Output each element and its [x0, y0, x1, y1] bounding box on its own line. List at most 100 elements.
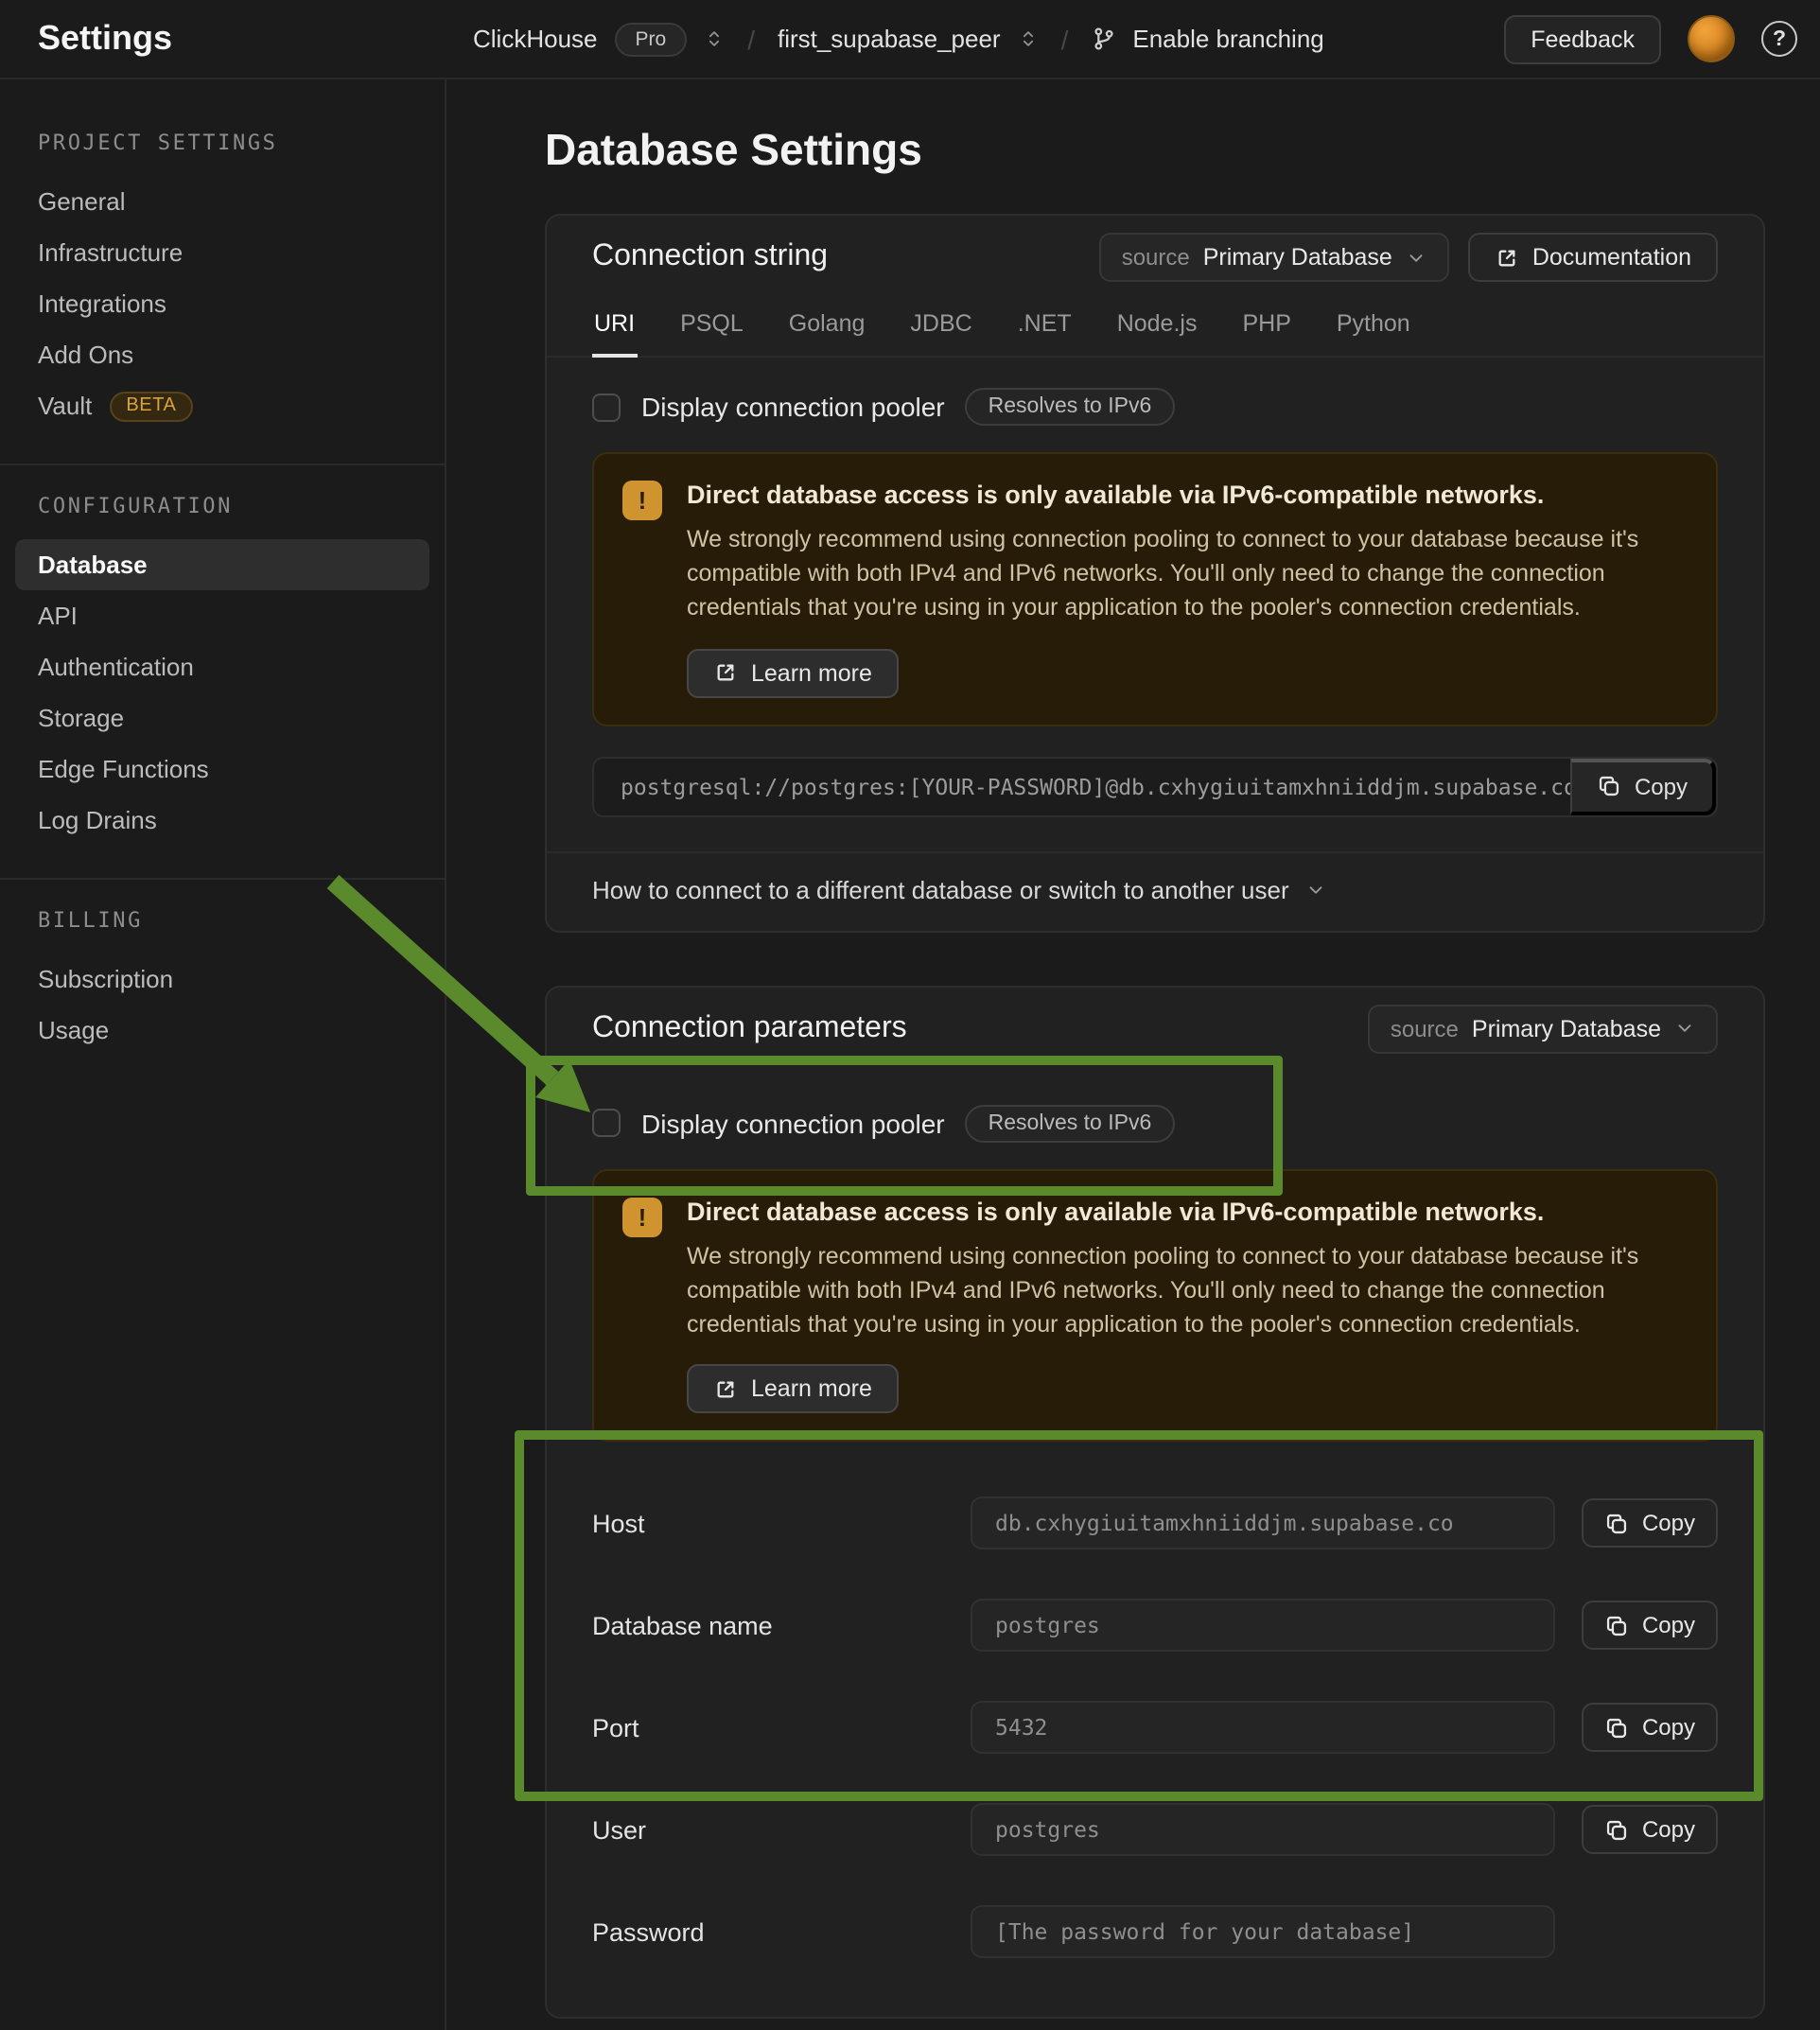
sidebar-item-edge-functions[interactable]: Edge Functions — [0, 744, 445, 795]
git-branch-icon — [1091, 26, 1115, 51]
display-connection-pooler-row: Display connection pooler Resolves to IP… — [547, 358, 1763, 448]
top-bar-actions: Feedback ? — [1504, 14, 1820, 63]
password-field[interactable]: [The password for your database] — [971, 1905, 1555, 1958]
source-database-select[interactable]: source Primary Database — [1368, 1004, 1718, 1053]
avatar[interactable] — [1688, 15, 1735, 62]
external-link-icon — [1495, 245, 1519, 270]
display-connection-pooler-checkbox[interactable] — [592, 393, 621, 421]
notice-title: Direct database access is only available… — [687, 479, 1688, 513]
display-connection-pooler-row: Display connection pooler Resolves to IP… — [547, 1070, 1763, 1164]
sidebar-item-infrastructure[interactable]: Infrastructure — [0, 227, 445, 278]
sidebar-item-general[interactable]: General — [0, 176, 445, 227]
learn-more-button[interactable]: Learn more — [687, 648, 899, 697]
sidebar-section-project-settings: PROJECT SETTINGS General Infrastructure … — [0, 102, 445, 464]
help-icon[interactable]: ? — [1761, 21, 1797, 57]
tab-jdbc[interactable]: JDBC — [908, 299, 973, 358]
sidebar-section-configuration: CONFIGURATION Database API Authenticatio… — [0, 464, 445, 878]
breadcrumb-separator: / — [1056, 24, 1075, 54]
notice-body: We strongly recommend using connection p… — [687, 1239, 1688, 1342]
connection-uri-field: postgresql://postgres:[YOUR-PASSWORD]@db… — [592, 756, 1718, 816]
ipv6-badge: Resolves to IPv6 — [966, 388, 1175, 426]
sidebar-item-vault[interactable]: Vault BETA — [0, 380, 445, 431]
tab-psql[interactable]: PSQL — [678, 299, 745, 358]
ipv6-badge: Resolves to IPv6 — [966, 1104, 1175, 1142]
pooler-label: Display connection pooler — [641, 1108, 945, 1138]
main-content: Database Settings Connection string sour… — [446, 79, 1820, 2030]
copy-button[interactable]: Copy — [1582, 1805, 1718, 1854]
sidebar-item-authentication[interactable]: Authentication — [0, 641, 445, 692]
sidebar-item-subscription[interactable]: Subscription — [0, 954, 445, 1005]
sidebar-item-integrations[interactable]: Integrations — [0, 278, 445, 329]
pooler-label: Display connection pooler — [641, 392, 945, 422]
copy-button[interactable]: Copy — [1582, 1498, 1718, 1548]
copy-icon — [1604, 1715, 1629, 1740]
sidebar-item-log-drains[interactable]: Log Drains — [0, 795, 445, 846]
section-heading: PROJECT SETTINGS — [0, 131, 445, 155]
tab-php[interactable]: PHP — [1240, 299, 1292, 358]
card-title: Connection string — [592, 240, 828, 274]
param-row-user: User postgres Copy — [592, 1778, 1718, 1881]
external-link-icon — [713, 660, 738, 685]
documentation-button[interactable]: Documentation — [1468, 233, 1718, 282]
notice-title: Direct database access is only available… — [687, 1195, 1688, 1229]
sidebar-item-storage[interactable]: Storage — [0, 692, 445, 744]
switch-database-link[interactable]: How to connect to a different database o… — [547, 850, 1763, 930]
connection-parameters-card: Connection parameters source Primary Dat… — [545, 985, 1765, 2019]
sidebar-item-database[interactable]: Database — [15, 539, 429, 590]
alert-icon: ! — [622, 481, 662, 520]
sidebar-item-usage[interactable]: Usage — [0, 1005, 445, 1056]
chevron-down-icon — [1406, 247, 1426, 268]
sidebar-section-billing: BILLING Subscription Usage — [0, 878, 445, 1088]
connection-parameters-list: Host db.cxhygiuitamxhniiddjm.supabase.co… — [547, 1442, 1763, 2017]
project-name[interactable]: first_supabase_peer — [778, 25, 1001, 53]
notice-body: We strongly recommend using connection p… — [687, 522, 1688, 625]
tab-uri[interactable]: URI — [592, 299, 637, 358]
alert-icon: ! — [622, 1197, 662, 1236]
ipv6-notice: ! Direct database access is only availab… — [592, 1168, 1718, 1442]
enable-branching-button[interactable]: Enable branching — [1132, 25, 1323, 53]
copy-button[interactable]: Copy — [1582, 1601, 1718, 1650]
copy-button[interactable]: Copy — [1582, 1703, 1718, 1752]
learn-more-button[interactable]: Learn more — [687, 1364, 899, 1413]
connection-string-card: Connection string source Primary Databas… — [545, 214, 1765, 932]
feedback-button[interactable]: Feedback — [1504, 14, 1661, 63]
section-heading: BILLING — [0, 908, 445, 933]
param-row-port: Port 5432 Copy — [592, 1676, 1718, 1778]
section-heading: CONFIGURATION — [0, 494, 445, 518]
card-title: Connection parameters — [592, 1011, 907, 1045]
database-name-field[interactable]: postgres — [971, 1599, 1555, 1652]
param-row-database-name: Database name postgres Copy — [592, 1574, 1718, 1676]
param-row-host: Host db.cxhygiuitamxhniiddjm.supabase.co… — [592, 1472, 1718, 1574]
tab-dotnet[interactable]: .NET — [1016, 299, 1074, 358]
project-switcher-icon[interactable] — [1018, 28, 1039, 49]
ipv6-notice: ! Direct database access is only availab… — [592, 452, 1718, 726]
breadcrumb-separator: / — [742, 24, 761, 54]
connection-string-header: Connection string source Primary Databas… — [547, 216, 1763, 299]
tab-nodejs[interactable]: Node.js — [1115, 299, 1199, 358]
settings-sidebar: PROJECT SETTINGS General Infrastructure … — [0, 79, 446, 2030]
app-title: Settings — [0, 19, 446, 59]
display-connection-pooler-checkbox[interactable] — [592, 1109, 621, 1137]
host-field[interactable]: db.cxhygiuitamxhniiddjm.supabase.co — [971, 1496, 1555, 1549]
sidebar-item-add-ons[interactable]: Add Ons — [0, 329, 445, 380]
page-title: Database Settings — [545, 125, 1820, 176]
tab-python[interactable]: Python — [1335, 299, 1412, 358]
external-link-icon — [713, 1376, 738, 1401]
chevron-down-icon — [1306, 879, 1327, 900]
top-bar: Settings ClickHouse Pro / first_supabase… — [0, 0, 1820, 79]
settings-page: Settings ClickHouse Pro / first_supabase… — [0, 0, 1820, 2030]
copy-icon — [1597, 774, 1621, 798]
tab-golang[interactable]: Golang — [787, 299, 867, 358]
sidebar-item-api[interactable]: API — [0, 590, 445, 641]
org-switcher-icon[interactable] — [704, 28, 725, 49]
user-field[interactable]: postgres — [971, 1803, 1555, 1856]
copy-icon — [1604, 1613, 1629, 1637]
source-database-select[interactable]: source Primary Database — [1099, 233, 1449, 282]
port-field[interactable]: 5432 — [971, 1701, 1555, 1754]
copy-icon — [1604, 1817, 1629, 1842]
connection-uri-value: postgresql://postgres:[YOUR-PASSWORD]@db… — [594, 758, 1716, 814]
org-name[interactable]: ClickHouse — [473, 25, 598, 53]
beta-badge: BETA — [109, 391, 193, 421]
copy-button[interactable]: Copy — [1570, 758, 1716, 814]
param-row-password: Password [The password for your database… — [592, 1881, 1718, 1983]
